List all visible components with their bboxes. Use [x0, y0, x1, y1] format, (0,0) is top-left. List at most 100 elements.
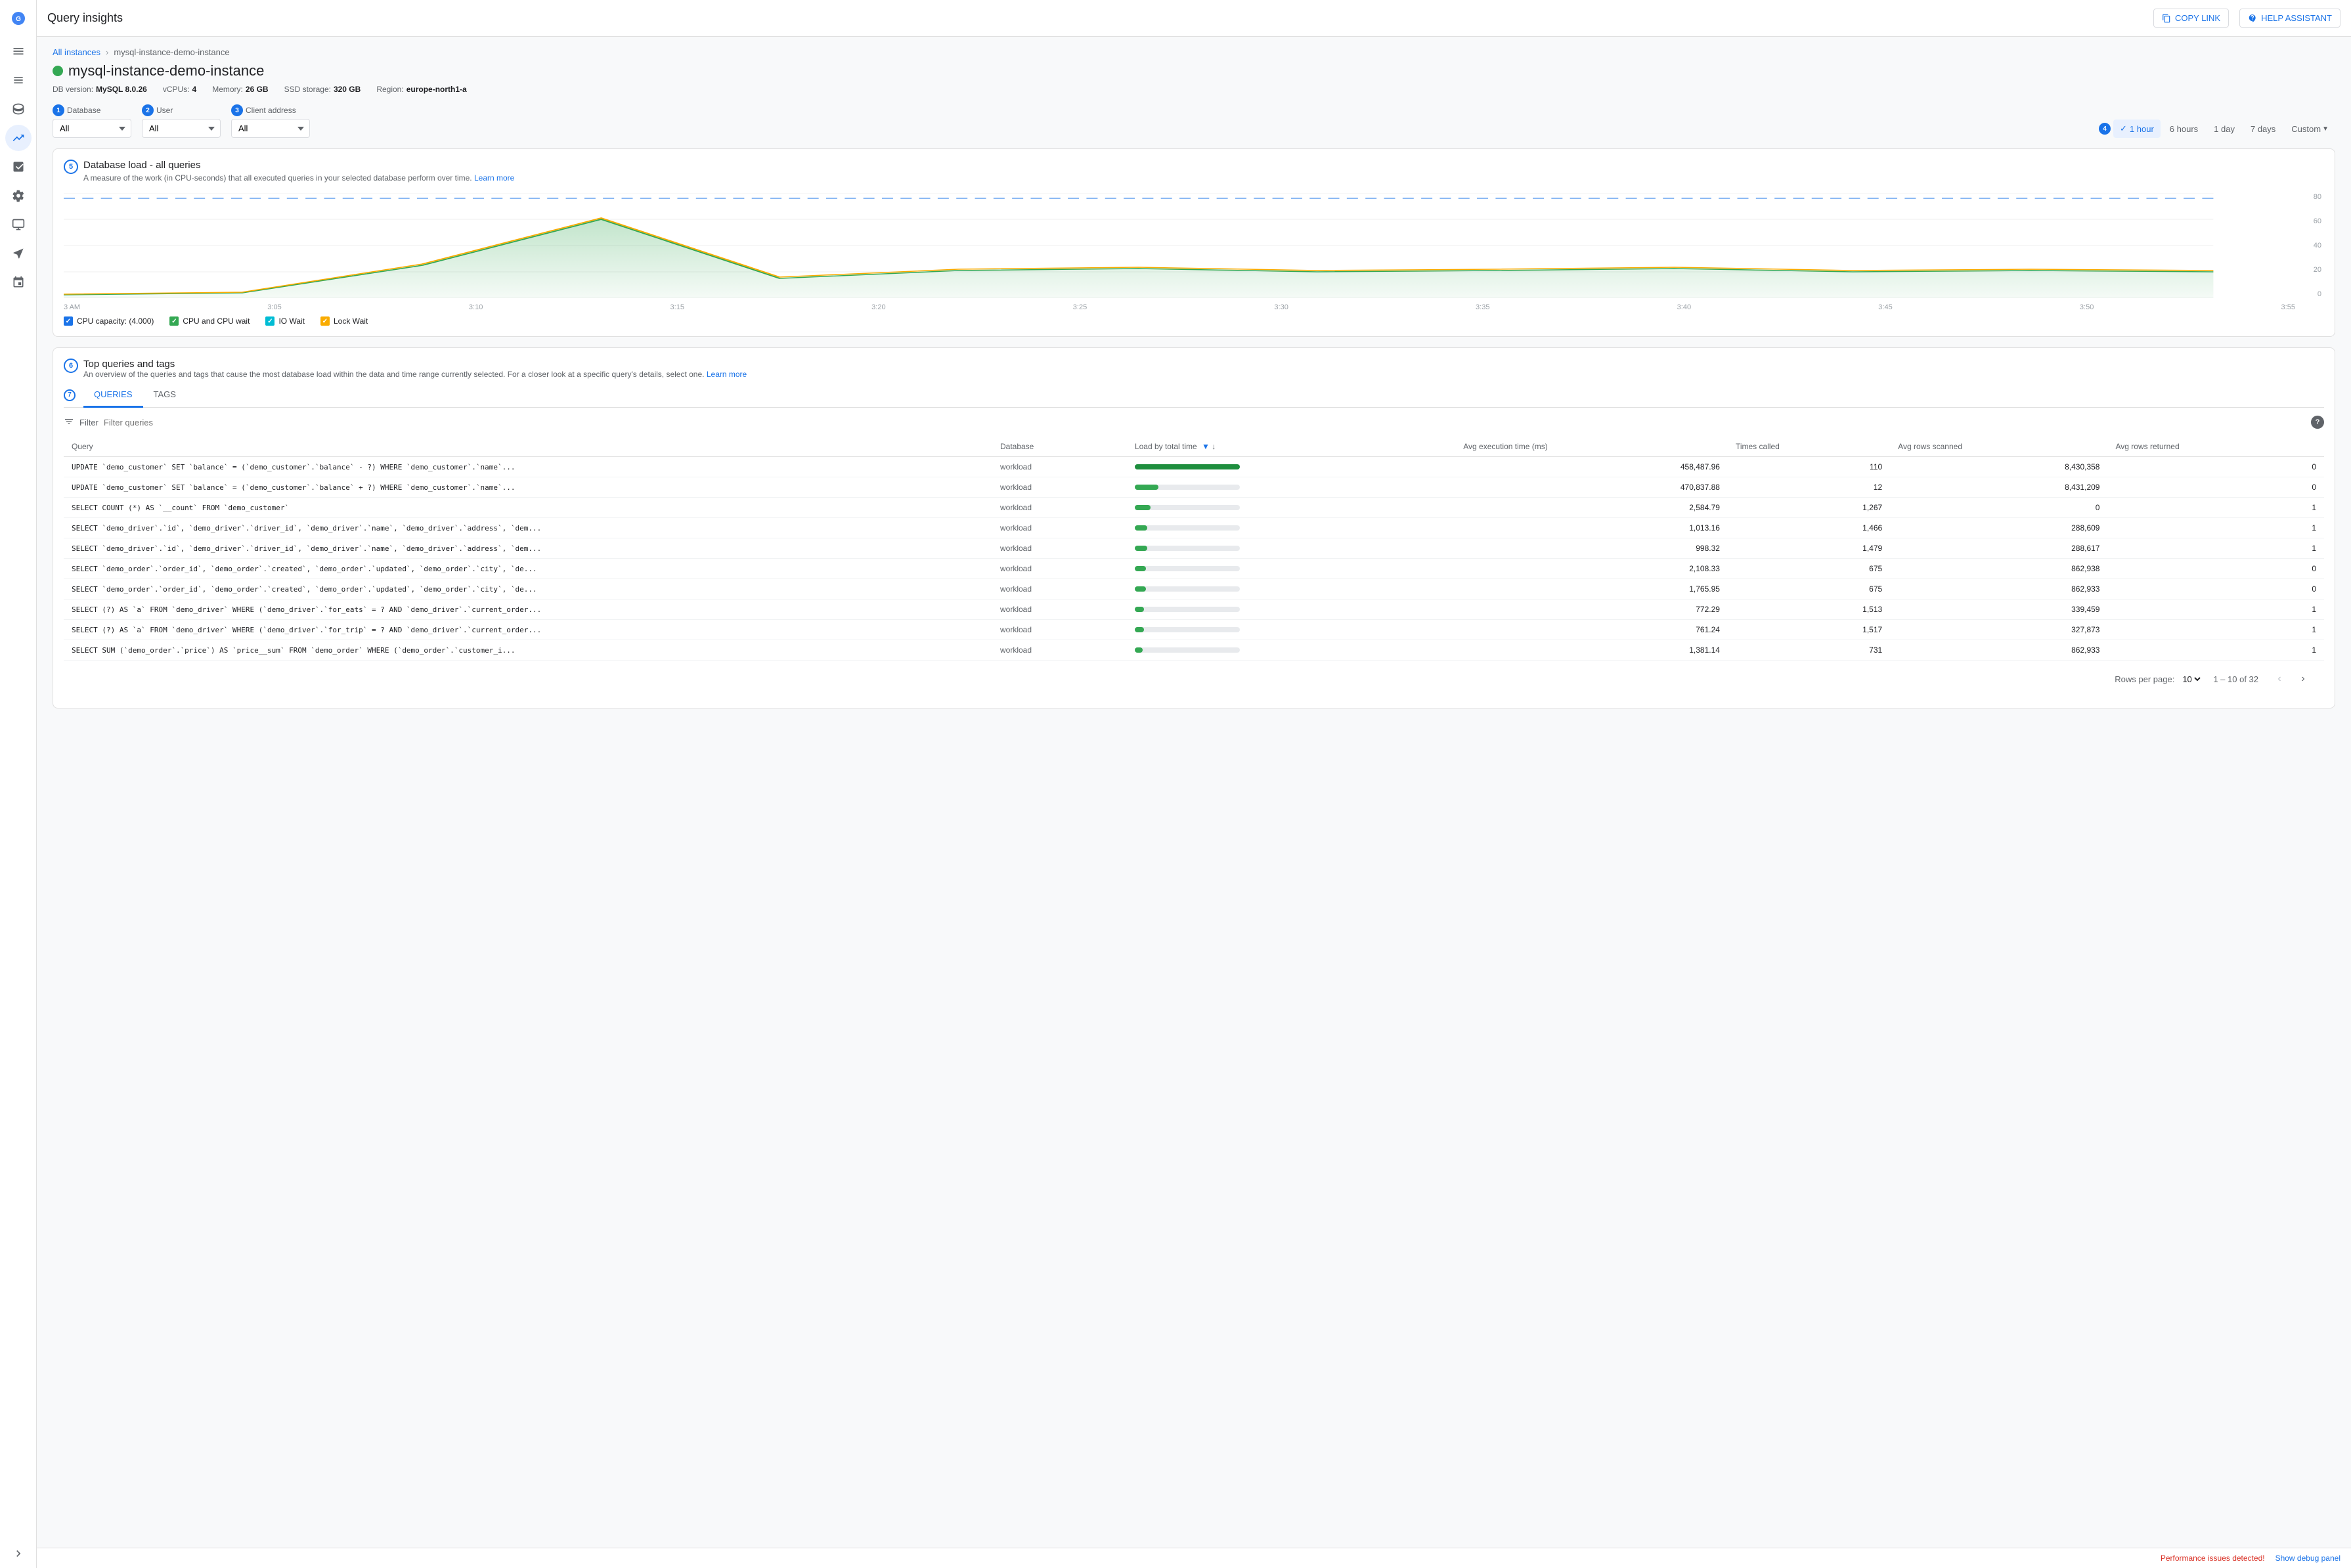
filter-user-select[interactable]: All	[142, 119, 221, 138]
sidebar-item-operations[interactable]	[5, 154, 32, 180]
table-row[interactable]: SELECT `demo_driver`.`id`, `demo_driver`…	[64, 538, 2324, 559]
top-queries-learn-more[interactable]: Learn more	[707, 370, 747, 379]
query-database: workload	[992, 498, 1127, 518]
col-database: Database	[992, 437, 1127, 457]
table-row[interactable]: SELECT COUNT (*) AS `__count` FROM `demo…	[64, 498, 2324, 518]
time-btn-6hours[interactable]: 6 hours	[2163, 120, 2205, 138]
sidebar-item-settings[interactable]	[5, 183, 32, 209]
instance-vcpus: vCPUs: 4	[163, 85, 196, 94]
show-debug-panel-link[interactable]: Show debug panel	[2275, 1554, 2340, 1563]
query-text: SELECT `demo_order`.`order_id`, `demo_or…	[64, 579, 992, 599]
help-icon[interactable]: ?	[2311, 416, 2324, 429]
legend-io-wait-label: IO Wait	[278, 316, 305, 326]
table-row[interactable]: SELECT `demo_driver`.`id`, `demo_driver`…	[64, 518, 2324, 538]
table-row[interactable]: UPDATE `demo_customer` SET `balance` = (…	[64, 477, 2324, 498]
copy-link-button[interactable]: COPY LINK	[2153, 9, 2229, 28]
query-times-called: 110	[1728, 457, 1890, 477]
section-6-badge: 6	[64, 359, 78, 373]
filter-database-group: 1 Database All	[53, 104, 131, 138]
query-avg-rows-scanned: 0	[1890, 498, 2107, 518]
legend-cpu-capacity-label: CPU capacity: (4.000)	[77, 316, 154, 326]
query-avg-exec: 470,837.88	[1455, 477, 1728, 498]
sidebar-item-insights[interactable]	[5, 125, 32, 151]
status-bar: Performance issues detected! Show debug …	[37, 1548, 2351, 1568]
sidebar-logo: G	[5, 5, 32, 32]
time-btn-7days[interactable]: 7 days	[2244, 120, 2282, 138]
query-load	[1127, 640, 1455, 661]
query-load	[1127, 620, 1455, 640]
query-text: SELECT `demo_driver`.`id`, `demo_driver`…	[64, 518, 992, 538]
filter-database-select[interactable]: All	[53, 119, 131, 138]
topbar-actions: COPY LINK HELP ASSISTANT	[2153, 9, 2340, 28]
query-avg-rows-returned: 0	[2107, 457, 2324, 477]
table-row[interactable]: SELECT (?) AS `a` FROM `demo_driver` WHE…	[64, 599, 2324, 620]
query-avg-rows-scanned: 288,609	[1890, 518, 2107, 538]
table-row[interactable]: SELECT `demo_order`.`order_id`, `demo_or…	[64, 559, 2324, 579]
custom-dropdown-icon: ▼	[2322, 125, 2329, 133]
filter-user-label: 2 User	[142, 104, 221, 116]
sidebar-item-monitoring[interactable]	[5, 211, 32, 238]
legend-cpu-wait-checkbox: ✓	[169, 316, 179, 326]
time-range: 4 ✓ 1 hour 6 hours 1 day 7 days Custom ▼	[2099, 120, 2335, 138]
query-database: workload	[992, 579, 1127, 599]
time-btn-1day[interactable]: 1 day	[2207, 120, 2241, 138]
query-times-called: 675	[1728, 559, 1890, 579]
legend-cpu-wait[interactable]: ✓ CPU and CPU wait	[169, 316, 250, 326]
performance-issues-text[interactable]: Performance issues detected!	[2161, 1554, 2265, 1563]
sidebar-item-expand[interactable]	[5, 1540, 32, 1567]
sidebar-item-home[interactable]	[5, 67, 32, 93]
tab-tags[interactable]: TAGS	[143, 383, 187, 408]
sidebar-item-databases[interactable]	[5, 96, 32, 122]
queries-tabs: 7 QUERIES TAGS	[64, 383, 2324, 408]
query-database: workload	[992, 477, 1127, 498]
time-btn-custom[interactable]: Custom ▼	[2285, 120, 2335, 138]
sidebar-item-replication[interactable]	[5, 240, 32, 267]
breadcrumb: All instances › mysql-instance-demo-inst…	[53, 47, 2335, 57]
table-row[interactable]: SELECT `demo_order`.`order_id`, `demo_or…	[64, 579, 2324, 599]
query-load	[1127, 538, 1455, 559]
filter-queries-input[interactable]	[104, 418, 235, 427]
tab-queries[interactable]: QUERIES	[83, 383, 143, 408]
sidebar-item-backup[interactable]	[5, 269, 32, 295]
step-3: 3	[231, 104, 243, 116]
query-text: SELECT `demo_driver`.`id`, `demo_driver`…	[64, 538, 992, 559]
top-queries-desc: An overview of the queries and tags that…	[83, 370, 747, 379]
query-database: workload	[992, 518, 1127, 538]
chart-xaxis: 3 AM 3:05 3:10 3:15 3:20 3:25 3:30 3:35 …	[64, 303, 2324, 311]
chart-card: 5 Database load - all queries A measure …	[53, 148, 2335, 337]
query-avg-rows-returned: 1	[2107, 640, 2324, 661]
legend-io-wait-checkbox: ✓	[265, 316, 275, 326]
col-load[interactable]: Load by total time ▼ ↓	[1127, 437, 1455, 457]
rows-per-page-select[interactable]: 10 25 50	[2180, 674, 2203, 685]
queries-table-wrapper: Query Database Load by total time ▼ ↓ Av…	[64, 437, 2324, 661]
query-avg-exec: 1,013.16	[1455, 518, 1728, 538]
col-avg-rows-scanned: Avg rows scanned	[1890, 437, 2107, 457]
col-avg-rows-returned: Avg rows returned	[2107, 437, 2324, 457]
chart-learn-more[interactable]: Learn more	[474, 173, 514, 183]
table-row[interactable]: SELECT SUM (`demo_order`.`price`) AS `pr…	[64, 640, 2324, 661]
rows-per-page-label: Rows per page:	[2115, 674, 2174, 684]
legend-io-wait[interactable]: ✓ IO Wait	[265, 316, 305, 326]
breadcrumb-all-instances[interactable]: All instances	[53, 47, 100, 57]
query-database: workload	[992, 599, 1127, 620]
instance-db-version: DB version: MySQL 8.0.26	[53, 85, 147, 94]
query-avg-rows-scanned: 339,459	[1890, 599, 2107, 620]
instance-status-icon	[53, 66, 63, 76]
filter-icon	[64, 416, 74, 429]
legend-lock-wait[interactable]: ✓ Lock Wait	[320, 316, 368, 326]
time-btn-1hour[interactable]: ✓ 1 hour	[2113, 120, 2161, 138]
table-row[interactable]: UPDATE `demo_customer` SET `balance` = (…	[64, 457, 2324, 477]
filters-row: 1 Database All 2 User All 3 Cl	[53, 104, 2335, 138]
legend-cpu-capacity[interactable]: ✓ CPU capacity: (4.000)	[64, 316, 154, 326]
query-text: SELECT `demo_order`.`order_id`, `demo_or…	[64, 559, 992, 579]
query-avg-rows-returned: 1	[2107, 518, 2324, 538]
page-prev-button[interactable]: ‹	[2269, 668, 2290, 689]
query-times-called: 675	[1728, 579, 1890, 599]
top-queries-title: Top queries and tags	[83, 359, 747, 370]
help-assistant-button[interactable]: HELP ASSISTANT	[2239, 9, 2340, 28]
filter-client-select[interactable]: All	[231, 119, 310, 138]
query-avg-exec: 1,381.14	[1455, 640, 1728, 661]
sidebar-item-menu[interactable]	[5, 38, 32, 64]
page-next-button[interactable]: ›	[2293, 668, 2314, 689]
table-row[interactable]: SELECT (?) AS `a` FROM `demo_driver` WHE…	[64, 620, 2324, 640]
